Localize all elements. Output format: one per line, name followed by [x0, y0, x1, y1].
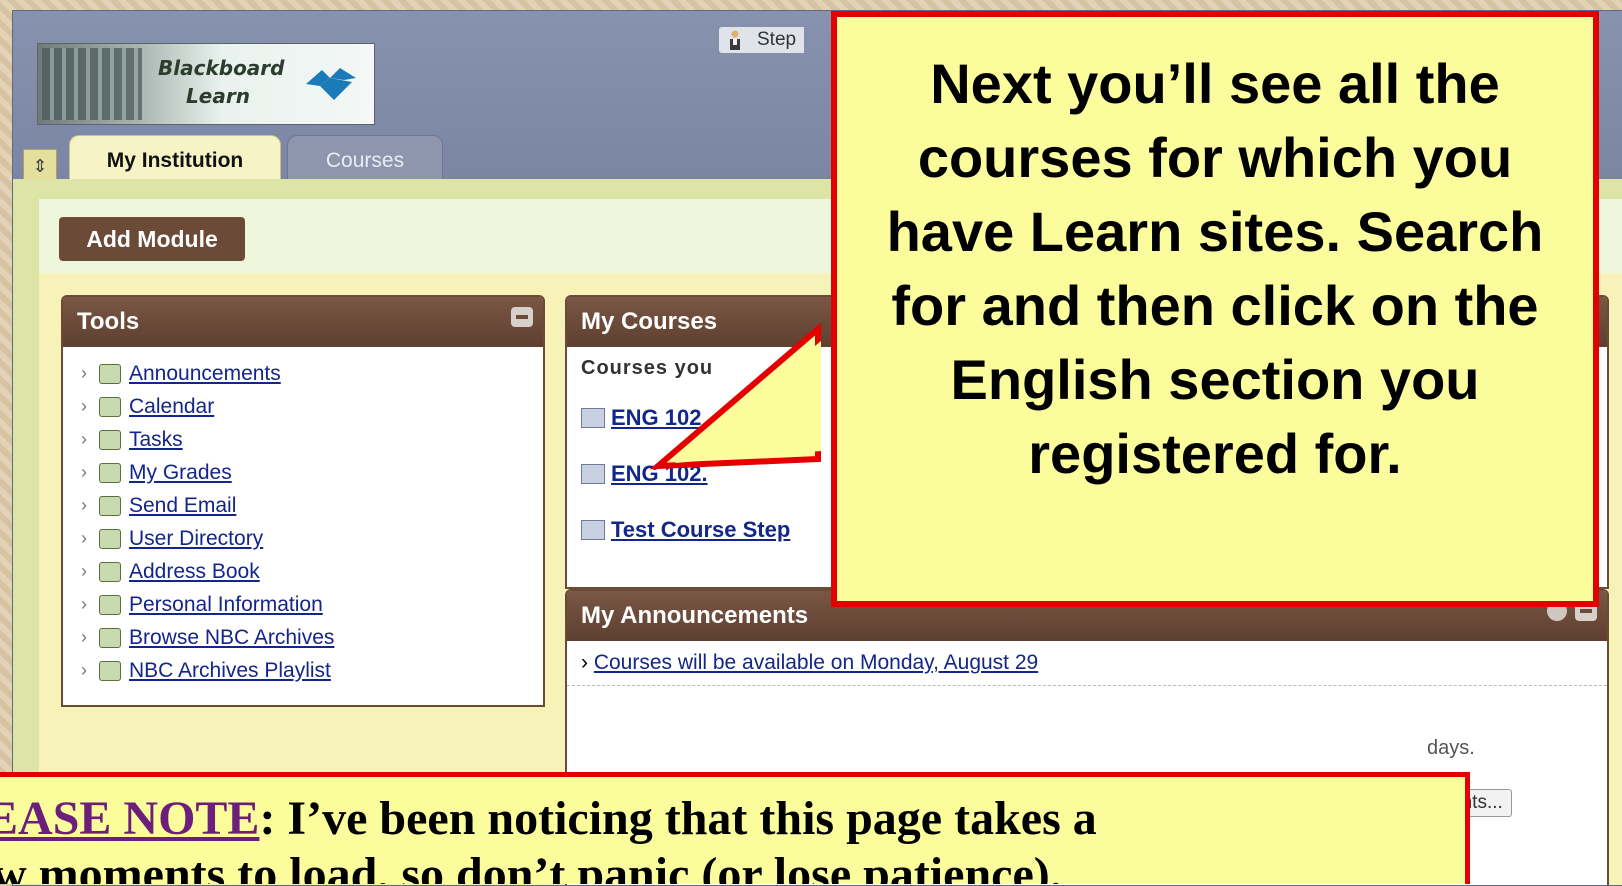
callout-text: Next you’ll see all the courses for whic… — [886, 52, 1544, 485]
note-box: LEASE NOTE: I’ve been noticing that this… — [0, 772, 1470, 884]
note-label: LEASE NOTE — [0, 792, 260, 845]
instruction-callout: Next you’ll see all the courses for whic… — [831, 11, 1599, 607]
note-text: : I’ve been noticing that this page take… — [259, 792, 1097, 845]
blackboard-window: Blackboard Learn Step ⇕ My Institution C… — [12, 10, 1622, 886]
note-line-2: w moments to load, so don’t panic (or lo… — [0, 848, 1062, 884]
